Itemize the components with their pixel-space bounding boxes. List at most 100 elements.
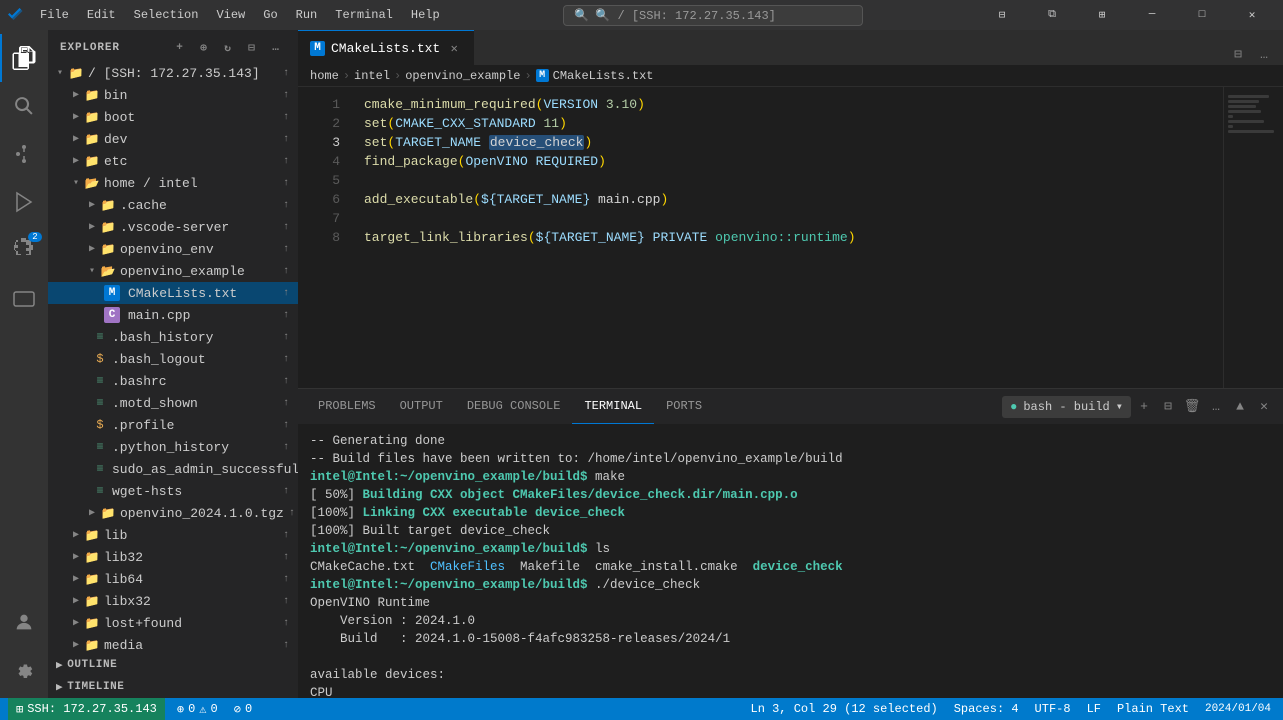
status-language[interactable]: Plain Text bbox=[1113, 698, 1193, 720]
tree-item-bin[interactable]: ▶ 📁 bin ↑ bbox=[48, 84, 298, 106]
close-panel-button[interactable]: ✕ bbox=[1253, 396, 1275, 418]
breadcrumb-openvino-example[interactable]: openvino_example bbox=[405, 69, 520, 83]
split-editor-button[interactable]: ⊟ bbox=[1227, 43, 1249, 65]
tab-close-button[interactable]: ✕ bbox=[446, 40, 462, 56]
accounts-icon bbox=[13, 611, 35, 633]
tab-debug-console[interactable]: DEBUG CONSOLE bbox=[455, 389, 573, 424]
menu-help[interactable]: Help bbox=[403, 6, 448, 24]
more-terminal-button[interactable]: … bbox=[1205, 396, 1227, 418]
tree-item-profile[interactable]: $ .profile ↑ bbox=[48, 414, 298, 436]
minimap-line-5 bbox=[1228, 115, 1233, 118]
outline-header[interactable]: ▶ OUTLINE bbox=[48, 654, 298, 676]
layout3-icon[interactable]: ⊞ bbox=[1079, 0, 1125, 30]
tree-item-media[interactable]: ▶ 📁 media ↑ bbox=[48, 634, 298, 654]
tree-item-bash-logout[interactable]: $ .bash_logout ↑ bbox=[48, 348, 298, 370]
upload-icon-tgz: ↑ bbox=[284, 505, 298, 521]
tree-item-lib[interactable]: ▶ 📁 lib ↑ bbox=[48, 524, 298, 546]
tree-root[interactable]: ▾ 📁 / [SSH: 172.27.35.143] ↑ bbox=[48, 62, 298, 84]
tree-item-boot[interactable]: ▶ 📁 boot ↑ bbox=[48, 106, 298, 128]
tree-item-etc[interactable]: ▶ 📁 etc ↑ bbox=[48, 150, 298, 172]
tree-item-openvino-tgz[interactable]: ▶ 📁 openvino_2024.1.0.tgz ↑ bbox=[48, 502, 298, 524]
activity-extensions[interactable]: 2 bbox=[0, 226, 48, 274]
tree-item-sudo[interactable]: ≡ sudo_as_admin_successful ↑ bbox=[48, 458, 298, 480]
tree-item-libx32[interactable]: ▶ 📁 libx32 ↑ bbox=[48, 590, 298, 612]
new-folder-button[interactable]: ⊕ bbox=[194, 38, 214, 58]
menu-selection[interactable]: Selection bbox=[126, 6, 207, 24]
new-terminal-button[interactable]: + bbox=[1133, 396, 1155, 418]
menu-go[interactable]: Go bbox=[255, 6, 285, 24]
more-actions-button[interactable]: … bbox=[266, 38, 286, 58]
layout-icon[interactable]: ⊟ bbox=[979, 0, 1025, 30]
tree-item-dev[interactable]: ▶ 📁 dev ↑ bbox=[48, 128, 298, 150]
activity-remote[interactable] bbox=[0, 274, 48, 322]
tree-item-openvino-env[interactable]: ▶ 📁 openvino_env ↑ bbox=[48, 238, 298, 260]
tab-cmakelists[interactable]: M CMakeLists.txt ✕ bbox=[298, 30, 474, 65]
tree-item-cmakelists[interactable]: M CMakeLists.txt ↑ bbox=[48, 282, 298, 304]
maximize-button[interactable]: □ bbox=[1179, 0, 1225, 30]
activity-settings[interactable] bbox=[0, 646, 48, 694]
tree-item-lost[interactable]: ▶ 📁 lost+found ↑ bbox=[48, 612, 298, 634]
split-terminal-button[interactable]: ⊟ bbox=[1157, 396, 1179, 418]
tree-item-bashrc[interactable]: ≡ .bashrc ↑ bbox=[48, 370, 298, 392]
tree-item-bash-history[interactable]: ≡ .bash_history ↑ bbox=[48, 326, 298, 348]
bash-label[interactable]: ● bash - build ▾ bbox=[1002, 396, 1131, 418]
tgz-expand-icon: ▶ bbox=[84, 505, 100, 521]
activity-explorer[interactable] bbox=[0, 34, 48, 82]
tree-item-wget[interactable]: ≡ wget-hsts ↑ bbox=[48, 480, 298, 502]
activity-debug[interactable] bbox=[0, 178, 48, 226]
maximize-panel-button[interactable]: ▲ bbox=[1229, 396, 1251, 418]
menu-terminal[interactable]: Terminal bbox=[327, 6, 401, 24]
tab-output[interactable]: OUTPUT bbox=[388, 389, 455, 424]
upload-icon-openvino-env: ↑ bbox=[278, 241, 294, 257]
menu-run[interactable]: Run bbox=[288, 6, 326, 24]
status-cursor-pos[interactable]: Ln 3, Col 29 (12 selected) bbox=[747, 698, 942, 720]
status-no-problems[interactable]: ⊘ 0 bbox=[230, 698, 256, 720]
activity-search[interactable] bbox=[0, 82, 48, 130]
sudo-label: sudo_as_admin_successful bbox=[112, 462, 298, 477]
status-spaces[interactable]: Spaces: 4 bbox=[950, 698, 1023, 720]
tab-ports[interactable]: PORTS bbox=[654, 389, 714, 424]
tab-problems[interactable]: PROBLEMS bbox=[306, 389, 388, 424]
refresh-button[interactable]: ↻ bbox=[218, 38, 238, 58]
tree-item-cache[interactable]: ▶ 📁 .cache ↑ bbox=[48, 194, 298, 216]
minimize-button[interactable]: ─ bbox=[1129, 0, 1175, 30]
layout2-icon[interactable]: ⧉ bbox=[1029, 0, 1075, 30]
activity-accounts[interactable] bbox=[0, 598, 48, 646]
menu-file[interactable]: File bbox=[32, 6, 77, 24]
tree-item-vscode-server[interactable]: ▶ 📁 .vscode-server ↑ bbox=[48, 216, 298, 238]
status-errors[interactable]: ⊕ 0 ⚠ 0 bbox=[173, 698, 222, 720]
tree-item-maincpp[interactable]: C main.cpp ↑ bbox=[48, 304, 298, 326]
terminal-content[interactable]: -- Generating done -- Build files have b… bbox=[298, 424, 1283, 698]
menu-view[interactable]: View bbox=[208, 6, 253, 24]
code-content[interactable]: cmake_minimum_required(VERSION 3.10) set… bbox=[348, 87, 1223, 388]
timeline-header[interactable]: ▶ TIMELINE bbox=[48, 676, 298, 698]
tree-item-motd[interactable]: ≡ .motd_shown ↑ bbox=[48, 392, 298, 414]
new-file-button[interactable]: + bbox=[170, 38, 190, 58]
tree-item-lib32[interactable]: ▶ 📁 lib32 ↑ bbox=[48, 546, 298, 568]
breadcrumb-home[interactable]: home bbox=[310, 69, 339, 83]
ssh-status[interactable]: ⊞ SSH: 172.27.35.143 bbox=[8, 698, 165, 720]
activity-git[interactable] bbox=[0, 130, 48, 178]
title-search-box[interactable]: 🔍 🔍 / [SSH: 172.27.35.143] bbox=[563, 5, 863, 26]
more-tabs-button[interactable]: … bbox=[1253, 43, 1275, 65]
close-button[interactable]: ✕ bbox=[1229, 0, 1275, 30]
collapse-all-button[interactable]: ⊟ bbox=[242, 38, 262, 58]
trash-terminal-button[interactable]: 🗑 bbox=[1181, 396, 1203, 418]
tree-item-python-history[interactable]: ≡ .python_history ↑ bbox=[48, 436, 298, 458]
warning-count: 0 bbox=[211, 702, 218, 716]
menu-edit[interactable]: Edit bbox=[79, 6, 124, 24]
status-encoding[interactable]: UTF-8 bbox=[1031, 698, 1075, 720]
code-editor[interactable]: 1 2 3 4 5 6 7 8 cmake_minimum_required(V… bbox=[298, 87, 1283, 388]
tree-item-lib64[interactable]: ▶ 📁 lib64 ↑ bbox=[48, 568, 298, 590]
breadcrumb-intel[interactable]: intel bbox=[354, 69, 390, 83]
upload-icon-profile: ↑ bbox=[278, 417, 294, 433]
code-line-6: add_executable(${TARGET_NAME} main.cpp) bbox=[364, 190, 1223, 209]
tree-item-openvino-example[interactable]: ▾ 📂 openvino_example ↑ bbox=[48, 260, 298, 282]
outline-arrow: ▶ bbox=[56, 658, 63, 672]
breadcrumb-file[interactable]: M CMakeLists.txt bbox=[536, 69, 654, 83]
code-line-1: cmake_minimum_required(VERSION 3.10) bbox=[364, 95, 1223, 114]
tab-terminal[interactable]: TERMINAL bbox=[572, 389, 654, 424]
upload-icon-lib: ↑ bbox=[278, 527, 294, 543]
tree-item-home[interactable]: ▾ 📂 home / intel ↑ bbox=[48, 172, 298, 194]
status-eol[interactable]: LF bbox=[1083, 698, 1105, 720]
